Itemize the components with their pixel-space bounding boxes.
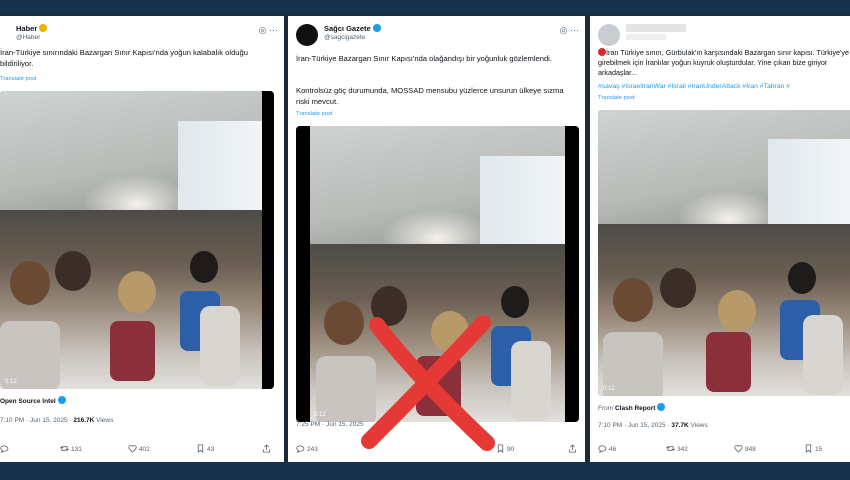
tweet-text: İran-Türkiye Bazargan Sınır Kapısı'nda o… — [296, 54, 552, 63]
bookmark-icon — [805, 444, 812, 453]
author-handle[interactable]: @sagcigazete — [324, 34, 365, 41]
bookmark-button[interactable]: 15 — [804, 444, 822, 453]
reply-button[interactable] — [0, 444, 11, 454]
tweet-meta: 7:10 PM · Jun 15, 2025 · 216.7K Views — [0, 417, 114, 424]
repost-button[interactable]: 131 — [60, 444, 82, 453]
like-button[interactable]: 848 — [734, 444, 756, 453]
tweet-video[interactable]: 0:12 — [598, 110, 850, 396]
verified-badge-icon — [372, 24, 381, 32]
translate-link[interactable]: Translate post — [0, 76, 37, 82]
tweet-card-1[interactable]: Haber @Haber ◎ ··· İran-Türkiye sınırınd… — [0, 16, 284, 462]
repost-icon — [60, 446, 69, 451]
like-button[interactable]: 402 — [128, 444, 150, 453]
author-name[interactable]: Sağcı Gazete — [324, 24, 381, 33]
reply-button[interactable]: 46 — [598, 444, 616, 454]
tweet-meta: 7:25 PM · Jun 15, 2025 — [296, 421, 364, 428]
more-options-icon[interactable]: ◎ ··· — [259, 25, 278, 36]
author-name-blurred — [626, 24, 686, 32]
share-icon — [262, 444, 271, 453]
bookmark-button[interactable]: 43 — [196, 444, 214, 453]
verified-badge-icon — [39, 24, 48, 32]
tweet-text: İran Türkiye sınırı, Gürbulak'ın karşısı… — [598, 48, 849, 77]
heart-icon — [128, 445, 137, 453]
share-button[interactable] — [262, 444, 273, 453]
tweet-meta: 7:10 PM · Jun 15, 2025 · 37.7K Views — [598, 422, 708, 429]
verified-badge-icon — [57, 396, 66, 404]
red-cross-mark-icon — [361, 315, 495, 451]
avatar[interactable] — [598, 24, 620, 46]
author-handle[interactable]: @Haber — [16, 34, 40, 41]
translate-link[interactable]: Translate post — [598, 95, 635, 101]
video-timecode: 0:12 — [5, 379, 17, 385]
reply-icon — [598, 445, 607, 454]
tweet-text: İran-Türkiye sınırındaki Bazargan Sınır … — [0, 48, 248, 68]
heart-icon — [734, 445, 743, 453]
tweet-actions: 131 402 43 — [0, 444, 278, 456]
repost-icon — [666, 446, 675, 451]
author-name[interactable]: Haber — [16, 24, 48, 33]
red-circle-emoji-icon — [598, 48, 606, 56]
translate-link[interactable]: Translate post — [296, 111, 333, 117]
verified-badge-icon — [657, 403, 666, 411]
source-attribution[interactable]: From Clash Report — [598, 403, 666, 412]
more-options-icon[interactable]: ◎ ··· — [560, 25, 579, 36]
reply-icon — [296, 445, 305, 454]
tweet-text-second-paragraph: Kontrolsüz göç durumunda, MOSSAD mensubu… — [296, 86, 564, 106]
source-attribution[interactable]: Open Source Intel — [0, 396, 66, 405]
avatar[interactable] — [296, 24, 318, 46]
tweet-actions: 46 342 848 15 — [598, 444, 850, 456]
share-button[interactable] — [568, 444, 579, 453]
reply-icon — [0, 445, 9, 454]
bottom-dark-band — [0, 462, 850, 480]
share-icon — [568, 444, 577, 453]
tweet-card-3[interactable]: İran Türkiye sınırı, Gürbulak'ın karşısı… — [590, 16, 850, 462]
tweet-header: Sağcı Gazete @sagcigazete ◎ ··· — [296, 22, 579, 52]
tweet-hashtags[interactable]: #savaş #IsraelIranWar #Israil #IranUnder… — [598, 82, 850, 93]
bookmark-icon — [197, 444, 204, 453]
video-timecode: 0:12 — [314, 412, 326, 418]
top-dark-band — [0, 0, 850, 15]
author-handle-blurred — [626, 34, 666, 40]
repost-button[interactable]: 342 — [666, 444, 688, 453]
video-timecode: 0:12 — [603, 386, 615, 392]
reply-button[interactable]: 243 — [296, 444, 318, 454]
tweet-video[interactable]: 0:12 — [0, 91, 274, 389]
